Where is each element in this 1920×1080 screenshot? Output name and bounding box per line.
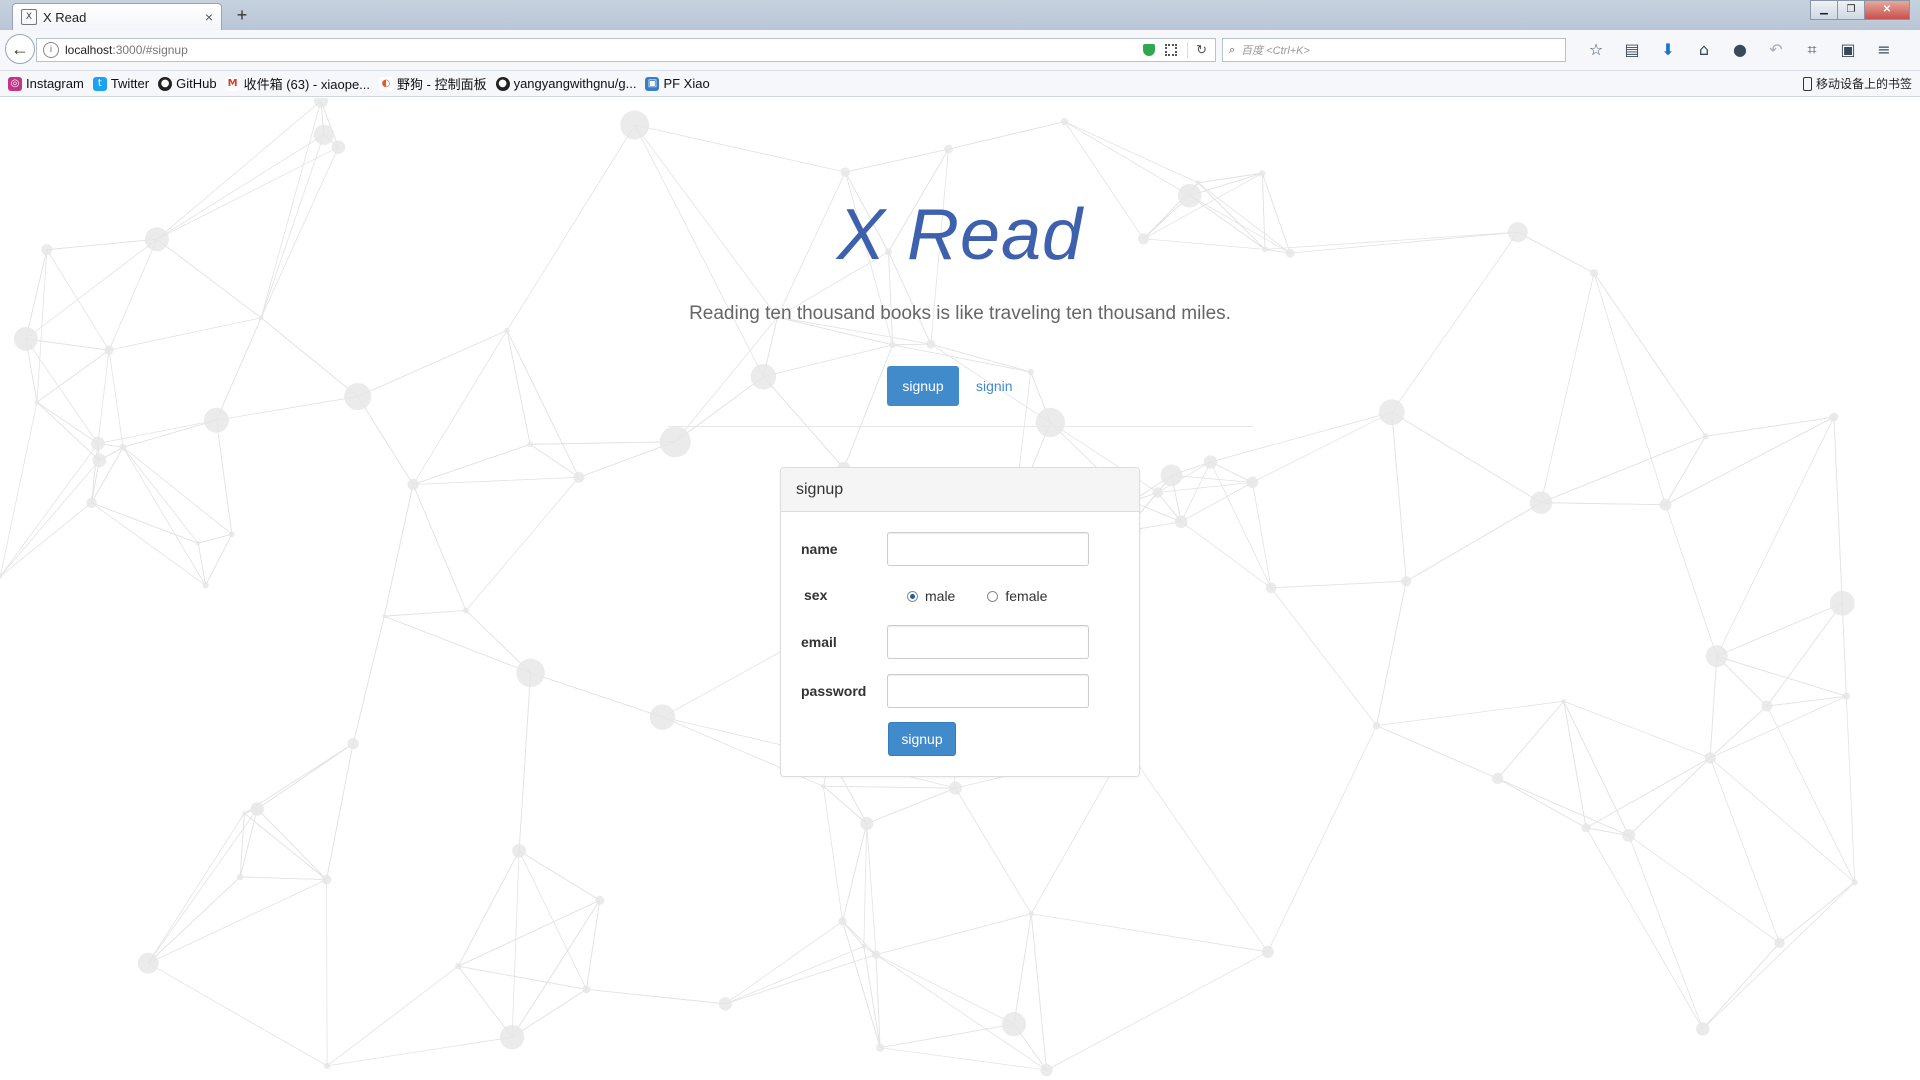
bookmark-label: GitHub	[176, 76, 217, 91]
name-row: name	[801, 532, 1089, 566]
bookmark-label: 收件箱 (63) - xiaope...	[243, 77, 371, 92]
menu-icon[interactable]: ≡	[1866, 38, 1902, 62]
wilddog-icon: ◐	[379, 76, 394, 91]
home-icon[interactable]: ⌂	[1686, 38, 1722, 62]
app-tagline: Reading ten thousand books is like trave…	[689, 303, 1231, 324]
mobile-device-icon	[1802, 76, 1812, 91]
nav-signup-tab[interactable]: signup	[887, 366, 959, 406]
pf-icon: ▣	[645, 76, 660, 91]
address-bar[interactable]: i localhost:3000/#signup ↻	[36, 38, 1216, 62]
auth-nav: signup signin	[887, 366, 1013, 406]
window-controls: ▁ ❐ ✕	[1810, 0, 1910, 20]
search-icon: ⌕	[1229, 43, 1236, 56]
browser-tab[interactable]: X X Read ×	[12, 3, 222, 30]
bookmark-gmail[interactable]: M 收件箱 (63) - xiaope...	[225, 74, 371, 93]
undo-icon[interactable]: ↶	[1758, 38, 1794, 62]
sex-row: sex male female	[801, 586, 1047, 604]
instagram-icon: ◎	[8, 76, 22, 91]
bookmark-pf-xiao[interactable]: ▣ PF Xiao	[645, 76, 710, 91]
browser-tab-bar: X X Read × + ▁ ❐ ✕	[0, 0, 1920, 30]
github-icon: ●	[495, 76, 510, 91]
reading-list-icon[interactable]: ▤	[1614, 38, 1650, 62]
maximize-button[interactable]: ❐	[1837, 0, 1865, 20]
url-path: :3000/#signup	[112, 43, 188, 57]
bookmark-label: yangyangwithgnu/g...	[513, 76, 637, 91]
page-viewport: X Read Reading ten thousand books is lik…	[0, 98, 1920, 1080]
search-bar[interactable]: ⌕ 百度 <Ctrl+K>	[1222, 38, 1566, 62]
radio-female[interactable]	[987, 590, 999, 602]
tab-close-icon[interactable]: ×	[205, 9, 213, 25]
gmail-icon: M	[225, 76, 240, 91]
radio-male[interactable]	[907, 590, 918, 602]
shield-icon[interactable]	[1143, 44, 1156, 56]
name-label: name	[801, 541, 838, 557]
sex-option-female[interactable]: female	[987, 588, 1047, 604]
divider	[668, 426, 1253, 427]
signup-submit-button[interactable]: signup	[888, 722, 956, 756]
qr-code-icon[interactable]	[1165, 44, 1178, 56]
bookmark-github[interactable]: ● GitHub	[158, 76, 217, 91]
app-title: X Read	[836, 195, 1084, 275]
bookmark-wilddog[interactable]: ◐ 野狗 - 控制面板	[379, 74, 487, 93]
email-label: email	[801, 634, 837, 650]
sex-radio-group: male female	[887, 588, 1047, 604]
bookmark-instagram[interactable]: ◎ Instagram	[8, 76, 84, 91]
mobile-bookmarks[interactable]: 移动设备上的书签	[1802, 75, 1912, 92]
crop-icon[interactable]: ⌗	[1794, 38, 1830, 62]
window-close-button[interactable]: ✕	[1864, 0, 1910, 20]
url-host: localhost	[65, 43, 113, 57]
radio-male-label: male	[925, 588, 956, 604]
page-content: X Read Reading ten thousand books is lik…	[0, 98, 1920, 1080]
back-button[interactable]: ←	[5, 34, 35, 64]
github-icon: ●	[158, 76, 173, 91]
sex-label: sex	[804, 587, 828, 603]
bookmark-label: Instagram	[26, 76, 84, 91]
radio-female-label: female	[1005, 588, 1048, 604]
panel-heading: signup	[781, 468, 1139, 512]
screenshot-icon[interactable]: ▣	[1830, 38, 1866, 62]
bookmark-label: 野狗 - 控制面板	[397, 77, 487, 92]
search-placeholder: 百度 <Ctrl+K>	[1241, 45, 1310, 57]
new-tab-button[interactable]: +	[232, 5, 252, 26]
sex-option-male[interactable]: male	[907, 588, 955, 604]
email-input[interactable]	[887, 625, 1089, 659]
password-input[interactable]	[887, 674, 1089, 708]
bookmarks-bar: ◎ Instagram t Twitter ● GitHub M 收件箱 (63…	[0, 71, 1920, 97]
back-arrow-icon: ←	[11, 39, 29, 59]
mobile-bookmarks-label: 移动设备上的书签	[1815, 77, 1912, 91]
tab-title: X Read	[43, 9, 87, 25]
bookmark-twitter[interactable]: t Twitter	[92, 76, 150, 91]
email-row: email	[801, 625, 1089, 659]
password-label: password	[801, 683, 867, 699]
password-row: password	[801, 674, 1089, 708]
page-favicon-icon: X	[21, 9, 37, 25]
nav-signin-link[interactable]: signin	[976, 378, 1013, 394]
site-info-icon[interactable]: i	[43, 42, 59, 58]
twitter-icon: t	[92, 76, 107, 91]
chat-icon[interactable]: ●	[1722, 38, 1758, 62]
bookmark-star-icon[interactable]: ☆	[1578, 38, 1614, 62]
minimize-button[interactable]: ▁	[1810, 0, 1838, 20]
download-icon[interactable]: ⬇	[1650, 38, 1686, 62]
browser-toolbar: ☆ ▤ ⬇ ⌂ ● ↶ ⌗ ▣ ≡	[1578, 38, 1902, 62]
reload-icon[interactable]: ↻	[1187, 42, 1207, 58]
bookmark-label: PF Xiao	[663, 76, 710, 91]
bookmark-label: Twitter	[110, 76, 150, 91]
browser-nav-bar: ← i localhost:3000/#signup ↻ ⌕ 百度 <Ctrl+…	[0, 30, 1920, 71]
signup-panel: signup name sex male female email passwo…	[780, 467, 1140, 777]
name-input[interactable]	[887, 532, 1089, 566]
bookmark-github-repo[interactable]: ● yangyangwithgnu/g...	[495, 76, 637, 91]
